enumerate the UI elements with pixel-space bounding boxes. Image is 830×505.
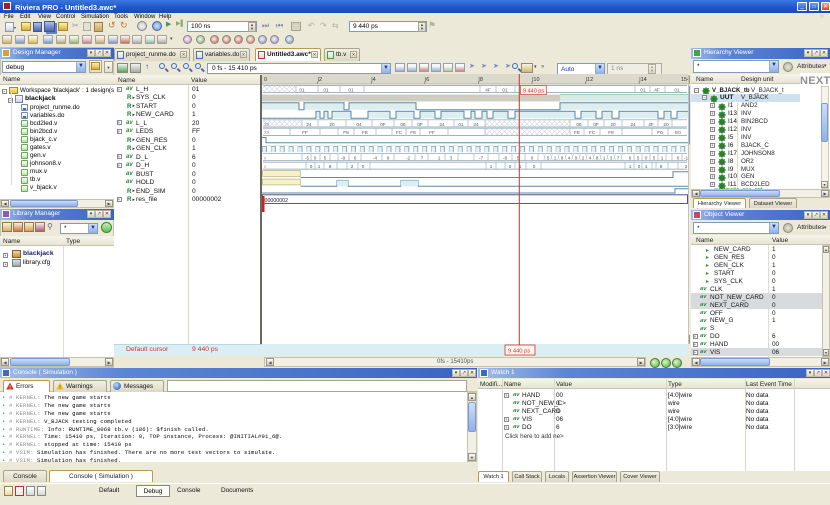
svg-text:8: 8 (596, 156, 599, 161)
svg-text:2: 2 (351, 164, 354, 169)
svg-text:0: 0 (509, 164, 512, 169)
svg-text:1: 1 (318, 164, 321, 169)
svg-text:24: 24 (306, 122, 312, 127)
svg-text:4F: 4F (485, 87, 491, 92)
svg-text:9 440 ps: 9 440 ps (523, 89, 544, 95)
svg-text:06: 06 (576, 122, 582, 127)
svg-text:1: 1 (661, 156, 664, 161)
svg-text:7: 7 (421, 156, 424, 161)
svg-text:FE: FE (574, 130, 580, 135)
svg-text:9 440 ps: 9 440 ps (508, 349, 530, 355)
svg-text:6: 6 (677, 156, 680, 161)
svg-text:1: 1 (629, 164, 632, 169)
svg-text:FE: FE (362, 130, 368, 135)
svg-text:9: 9 (575, 156, 578, 161)
svg-text:8: 8 (329, 164, 332, 169)
svg-text:FC: FC (589, 130, 596, 135)
svg-text:1: 1 (438, 156, 441, 161)
svg-text:0: 0 (314, 156, 317, 161)
svg-text:8: 8 (660, 164, 663, 169)
svg-text:20: 20 (610, 122, 616, 127)
svg-text:01: 01 (299, 87, 305, 92)
svg-text:FF: FF (429, 130, 435, 135)
svg-text:1: 1 (490, 164, 493, 169)
svg-text:01: 01 (640, 87, 646, 92)
svg-text:0: 0 (264, 77, 267, 83)
svg-text:01: 01 (502, 87, 508, 92)
svg-text:|10: |10 (532, 77, 540, 83)
svg-text:2: 2 (582, 156, 585, 161)
svg-text:xx: xx (264, 130, 270, 136)
svg-text:0: 0 (645, 156, 648, 161)
svg-text:0: 0 (638, 164, 641, 169)
svg-text:6: 6 (354, 156, 357, 161)
svg-text:0F: 0F (593, 122, 599, 127)
svg-text:|12: |12 (586, 77, 594, 83)
svg-text:24: 24 (473, 122, 479, 127)
svg-text:-5: -5 (305, 156, 310, 161)
svg-text:4: 4 (568, 156, 571, 161)
svg-text:E0: E0 (675, 130, 681, 135)
svg-text:0: 0 (531, 156, 534, 161)
svg-text:4: 4 (589, 156, 592, 161)
svg-text:-4: -4 (373, 156, 378, 161)
svg-text:04: 04 (356, 122, 362, 127)
svg-text:-2: -2 (406, 156, 411, 161)
svg-text:3: 3 (610, 156, 613, 161)
svg-text:F8: F8 (410, 130, 416, 135)
svg-text:0: 0 (310, 164, 313, 169)
svg-text:20: 20 (329, 122, 335, 127)
svg-text:|4: |4 (371, 77, 376, 83)
svg-text:5: 5 (324, 156, 327, 161)
svg-text:0F: 0F (380, 122, 386, 127)
svg-text:24: 24 (439, 122, 445, 127)
svg-text:5: 5 (547, 156, 550, 161)
svg-text:7: 7 (617, 156, 620, 161)
svg-text:3: 3 (450, 156, 453, 161)
svg-text:4F: 4F (648, 122, 654, 127)
svg-text:FF: FF (302, 130, 308, 135)
svg-text:4F: 4F (654, 87, 660, 92)
svg-text:6: 6 (629, 156, 632, 161)
svg-text:5: 5 (653, 156, 656, 161)
svg-text:8: 8 (561, 156, 564, 161)
svg-text:0: 0 (533, 164, 536, 169)
svg-text:20: 20 (663, 122, 669, 127)
svg-text:-7: -7 (479, 156, 484, 161)
svg-text:F8: F8 (608, 130, 614, 135)
svg-text:9: 9 (387, 156, 390, 161)
svg-text:00000002: 00000002 (265, 198, 289, 204)
svg-text:0F: 0F (417, 122, 423, 127)
svg-text:01: 01 (674, 87, 680, 92)
svg-text:|2: |2 (318, 77, 323, 83)
svg-text:FC: FC (396, 130, 403, 135)
svg-text:|8: |8 (478, 77, 483, 83)
svg-text:06: 06 (400, 122, 406, 127)
svg-text:24: 24 (630, 122, 636, 127)
svg-text:|6: |6 (425, 77, 430, 83)
svg-text:01: 01 (348, 87, 354, 92)
svg-text:1: 1 (603, 156, 606, 161)
svg-text:01: 01 (323, 87, 329, 92)
svg-text:F0: F0 (657, 130, 663, 135)
svg-text:5: 5 (637, 156, 640, 161)
svg-text:1: 1 (554, 156, 557, 161)
svg-text:xx: xx (264, 122, 270, 128)
svg-text:-8: -8 (341, 156, 346, 161)
svg-text:01: 01 (458, 122, 464, 127)
svg-text:1: 1 (645, 164, 648, 169)
svg-text:15410: 15410 (681, 77, 688, 83)
svg-text:|14: |14 (639, 77, 647, 83)
svg-text:-8: -8 (503, 156, 508, 161)
svg-text:F8: F8 (343, 130, 349, 135)
svg-text:0: 0 (362, 164, 365, 169)
